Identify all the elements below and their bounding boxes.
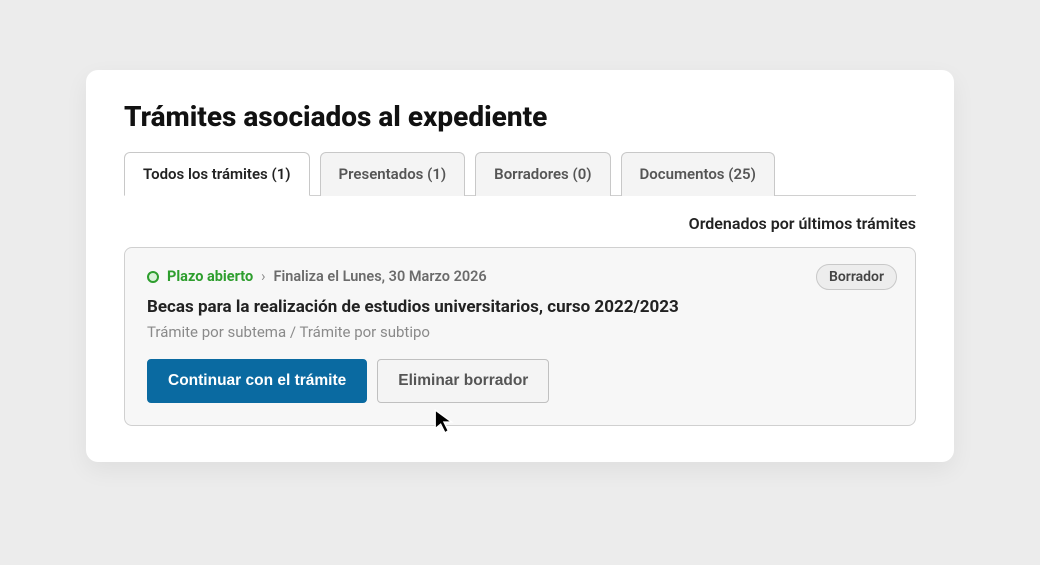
tab-todos[interactable]: Todos los trámites (1) [124,152,310,196]
sort-label: Ordenados por últimos trámites [124,214,916,233]
page-title: Trámites asociados al expediente [124,100,916,133]
status-label: Plazo abierto [167,268,253,285]
status-line: Plazo abierto › Finaliza el Lunes, 30 Ma… [147,268,893,285]
subtype-label: Trámite por subtipo [299,323,429,341]
status-open-icon [147,271,159,283]
continue-button[interactable]: Continuar con el trámite [147,359,367,403]
item-subline: Trámite por subtema / Trámite por subtip… [147,323,893,341]
delete-draft-button[interactable]: Eliminar borrador [377,359,549,403]
status-badge: Borrador [816,264,897,290]
tramite-item: Plazo abierto › Finaliza el Lunes, 30 Ma… [124,247,916,426]
chevron-right-icon: › [261,268,265,285]
tab-borradores[interactable]: Borradores (0) [475,152,610,196]
tab-presentados[interactable]: Presentados (1) [320,152,466,196]
subtheme-label: Trámite por subtema [147,323,286,341]
ends-label: Finaliza el Lunes, 30 Marzo 2026 [274,268,487,285]
tab-documentos[interactable]: Documentos (25) [621,152,775,196]
tabs-container: Todos los trámites (1) Presentados (1) B… [124,151,916,196]
expediente-card: Trámites asociados al expediente Todos l… [86,70,954,462]
item-title: Becas para la realización de estudios un… [147,297,893,317]
actions-row: Continuar con el trámite Eliminar borrad… [147,359,893,403]
subline-separator: / [286,323,299,341]
